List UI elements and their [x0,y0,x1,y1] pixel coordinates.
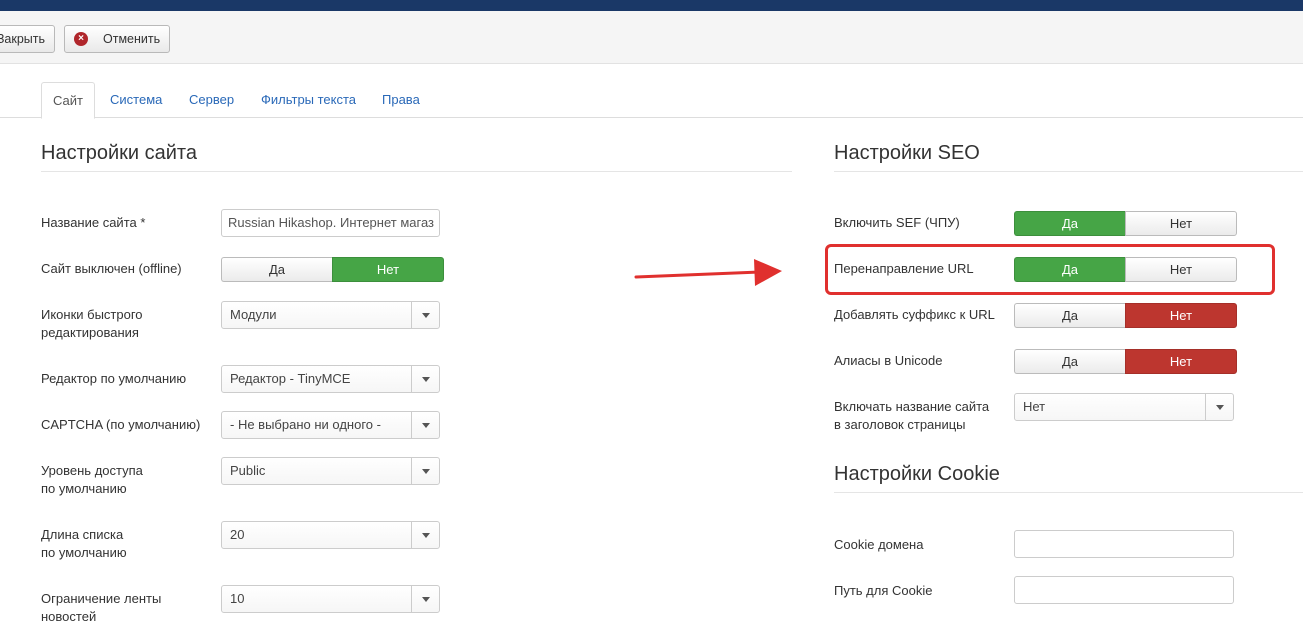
divider [834,492,1303,493]
chevron-down-icon [1205,394,1233,420]
sitename-in-title-label: Включать название сайта в заголовок стра… [834,399,990,432]
captcha-select[interactable]: - Не выбрано ни одного - [221,411,440,439]
chevron-down-icon [411,302,439,328]
sef-label: Включить SEF (ЧПУ) [834,215,960,230]
sitename-in-title-select[interactable]: Нет [1014,393,1234,421]
feed-limit-select[interactable]: 10 [221,585,440,613]
divider [41,171,792,172]
feed-limit-label: Ограничение ленты новостей [41,591,162,624]
cookie-domain-label: Cookie домена [834,537,924,552]
cancel-icon: × [74,32,88,46]
url-suffix-no-button[interactable]: Нет [1125,303,1237,328]
divider [834,171,1303,172]
unicode-aliases-yes-button[interactable]: Да [1014,349,1125,374]
site-settings-title: Настройки сайта [41,142,197,164]
sef-toggle: Да Нет [1014,211,1237,236]
admin-header-bar [0,0,1303,11]
sef-yes-button[interactable]: Да [1014,211,1125,236]
chevron-down-icon [411,522,439,548]
list-length-label: Длина списка по умолчанию [41,527,127,560]
site-name-label: Название сайта * [41,215,146,230]
cancel-button[interactable]: × Отменить [64,25,170,53]
seo-settings-title: Настройки SEO [834,142,980,164]
site-name-input[interactable]: Russian Hikashop. Интернет магаз [221,209,440,237]
editor-label: Редактор по умолчанию [41,371,187,386]
offline-yes-button[interactable]: Да [221,257,332,282]
url-suffix-yes-button[interactable]: Да [1014,303,1125,328]
tab-system[interactable]: Система [110,82,162,118]
chevron-down-icon [411,586,439,612]
tab-server[interactable]: Сервер [189,82,234,118]
tab-site[interactable]: Сайт [41,82,95,119]
chevron-down-icon [411,366,439,392]
offline-label: Сайт выключен (offline) [41,261,182,276]
chevron-down-icon [411,458,439,484]
sef-no-button[interactable]: Нет [1125,211,1237,236]
quick-icons-select[interactable]: Модули [221,301,440,329]
list-length-select[interactable]: 20 [221,521,440,549]
settings-tabs: Сайт Система Сервер Фильтры текста Права [0,82,1303,119]
offline-toggle: Да Нет [221,257,444,282]
cancel-button-label: Отменить [103,32,161,46]
url-rewrite-no-button[interactable]: Нет [1125,257,1237,282]
unicode-aliases-label: Алиасы в Unicode [834,353,943,368]
annotation-arrow-icon [634,259,782,286]
url-suffix-toggle: Да Нет [1014,303,1237,328]
close-button[interactable]: Закрыть [0,25,55,53]
cookie-settings-title: Настройки Cookie [834,463,1000,485]
url-rewrite-label: Перенаправление URL [834,261,974,276]
url-suffix-label: Добавлять суффикс к URL [834,307,995,322]
cookie-path-label: Путь для Cookie [834,583,933,598]
access-level-label: Уровень доступа по умолчанию [41,463,143,496]
offline-no-button[interactable]: Нет [332,257,444,282]
unicode-aliases-no-button[interactable]: Нет [1125,349,1237,374]
url-rewrite-yes-button[interactable]: Да [1014,257,1125,282]
tab-text-filters[interactable]: Фильтры текста [261,82,356,118]
tab-permissions[interactable]: Права [382,82,420,118]
url-rewrite-toggle: Да Нет [1014,257,1237,282]
toolbar: Закрыть × Отменить [0,11,1303,64]
access-level-select[interactable]: Public [221,457,440,485]
cookie-domain-input[interactable] [1014,530,1234,558]
quick-icons-label: Иконки быстрого редактирования [41,307,143,340]
editor-select[interactable]: Редактор - TinyMCE [221,365,440,393]
captcha-label: CAPTCHA (по умолчанию) [41,417,201,432]
cookie-path-input[interactable] [1014,576,1234,604]
chevron-down-icon [411,412,439,438]
unicode-aliases-toggle: Да Нет [1014,349,1237,374]
